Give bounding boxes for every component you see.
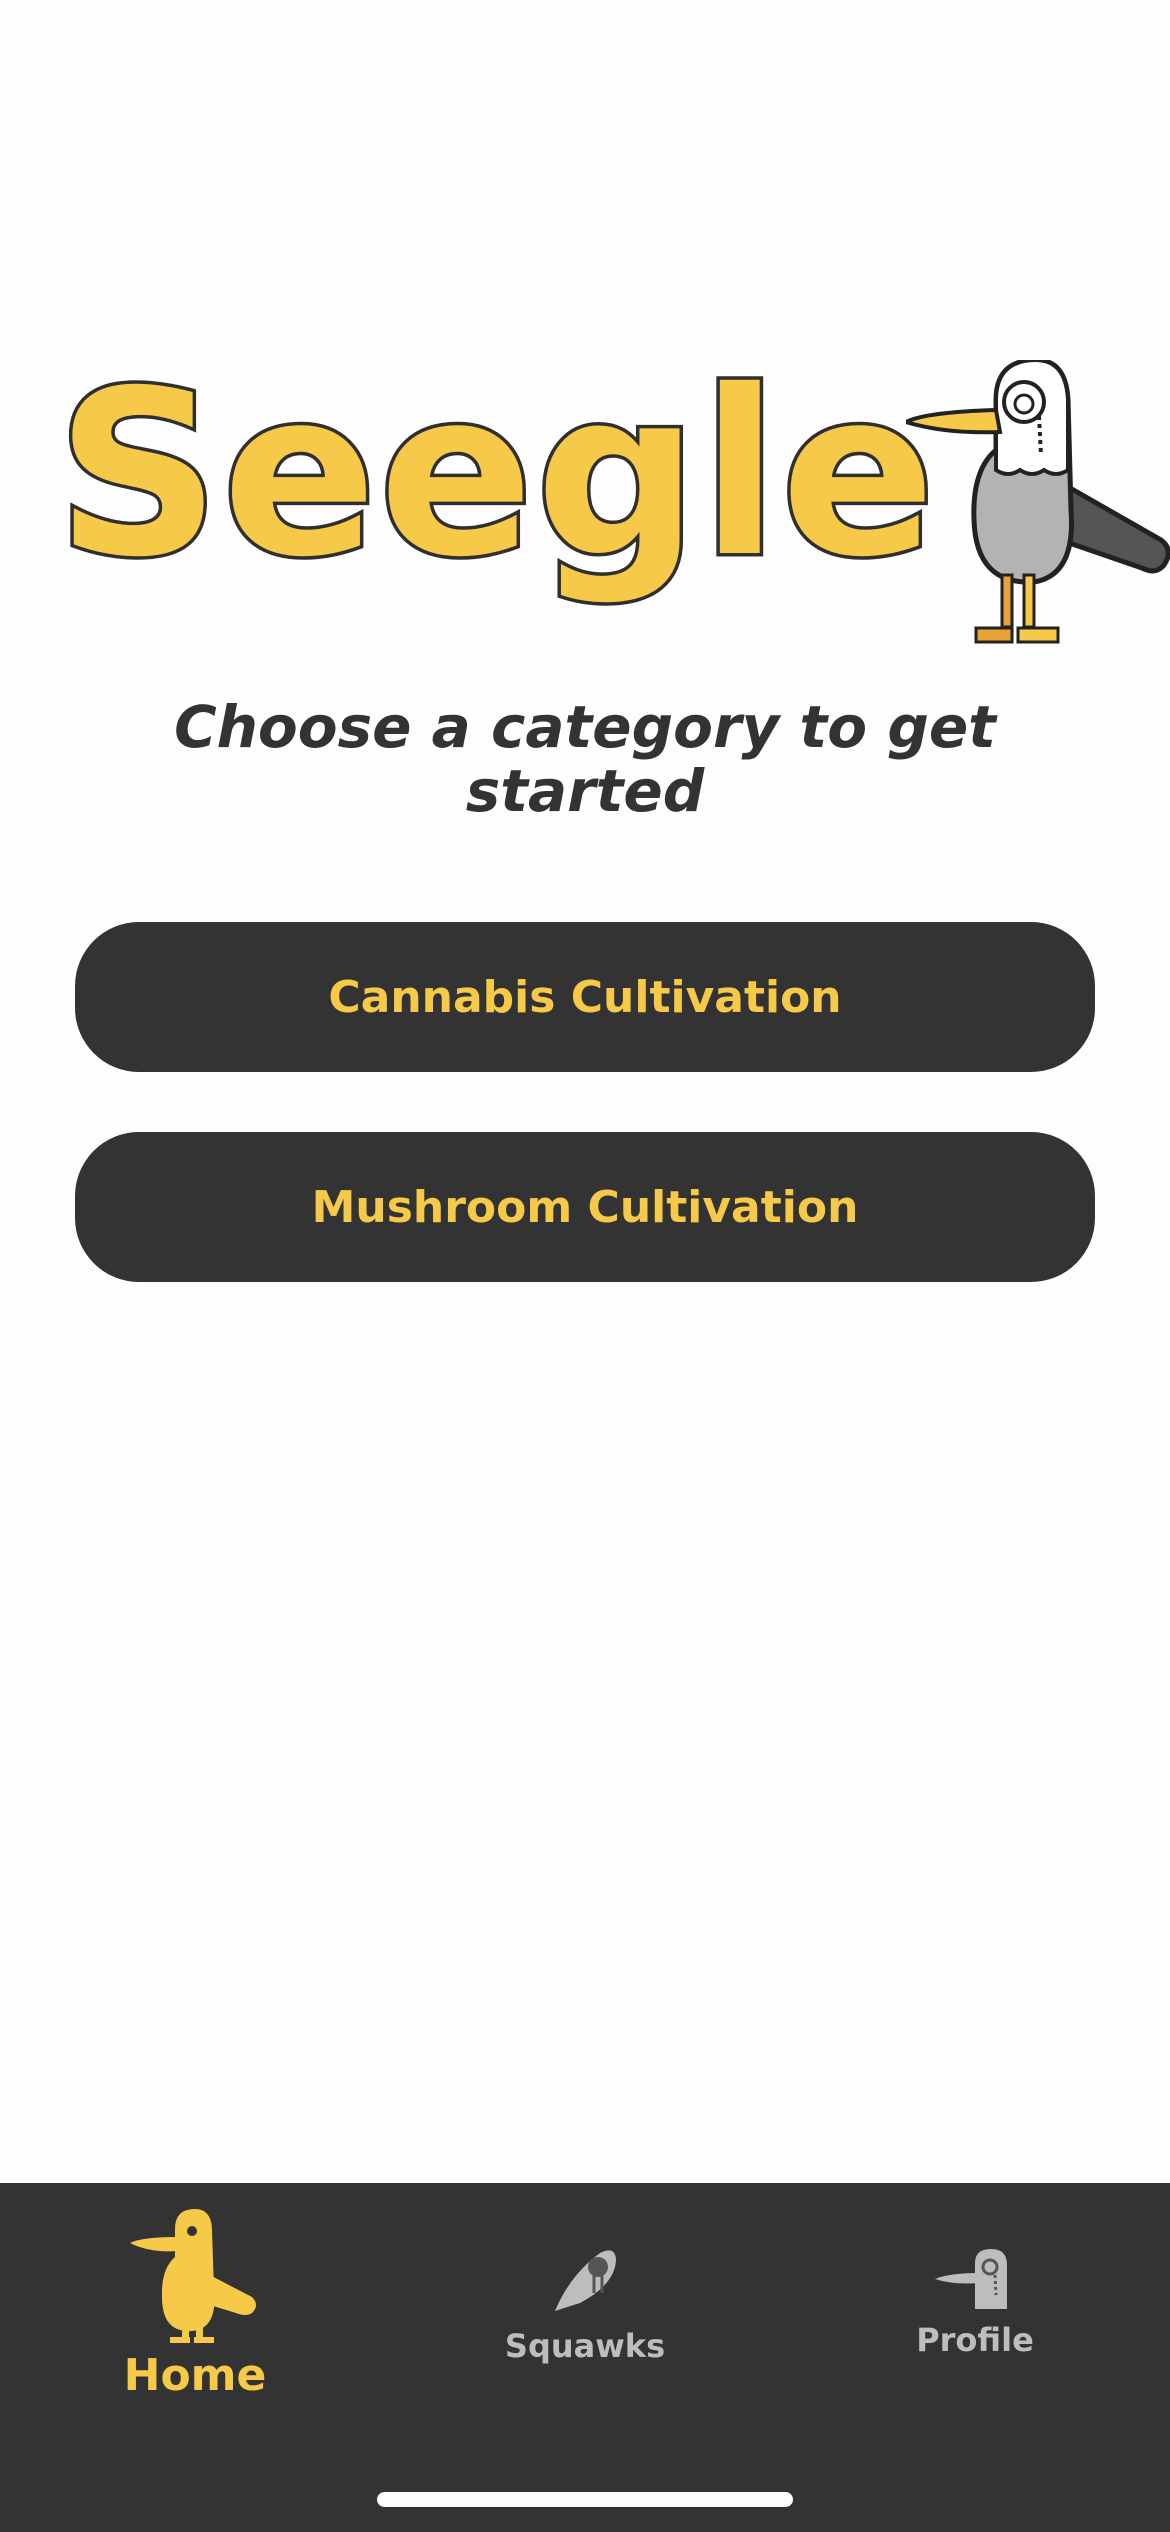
tab-squawks-label: Squawks (504, 2327, 666, 2365)
mushroom-cultivation-button[interactable]: Mushroom Cultivation (75, 1132, 1095, 1282)
seagull-head-icon (935, 2249, 1007, 2309)
app-logo: Seegle (52, 341, 1170, 660)
page-subtitle: Choose a category to get started (174, 693, 996, 825)
seagull-icon (130, 2209, 256, 2343)
cannabis-cultivation-button[interactable]: Cannabis Cultivation (75, 922, 1095, 1072)
home-indicator[interactable] (377, 2492, 793, 2507)
bottom-tab-bar: Home Squawks Profile (0, 2183, 1170, 2532)
tab-home-label: Home (123, 2350, 267, 2401)
seagull-mascot-icon (906, 360, 1170, 644)
tab-squawks[interactable]: Squawks (485, 2183, 685, 2443)
tab-home[interactable]: Home (95, 2183, 295, 2443)
logo-wordmark: Seegle (52, 341, 938, 607)
seagull-feather-icon (555, 2250, 616, 2311)
tab-profile-label: Profile (916, 2321, 1034, 2359)
tab-profile[interactable]: Profile (875, 2183, 1075, 2443)
